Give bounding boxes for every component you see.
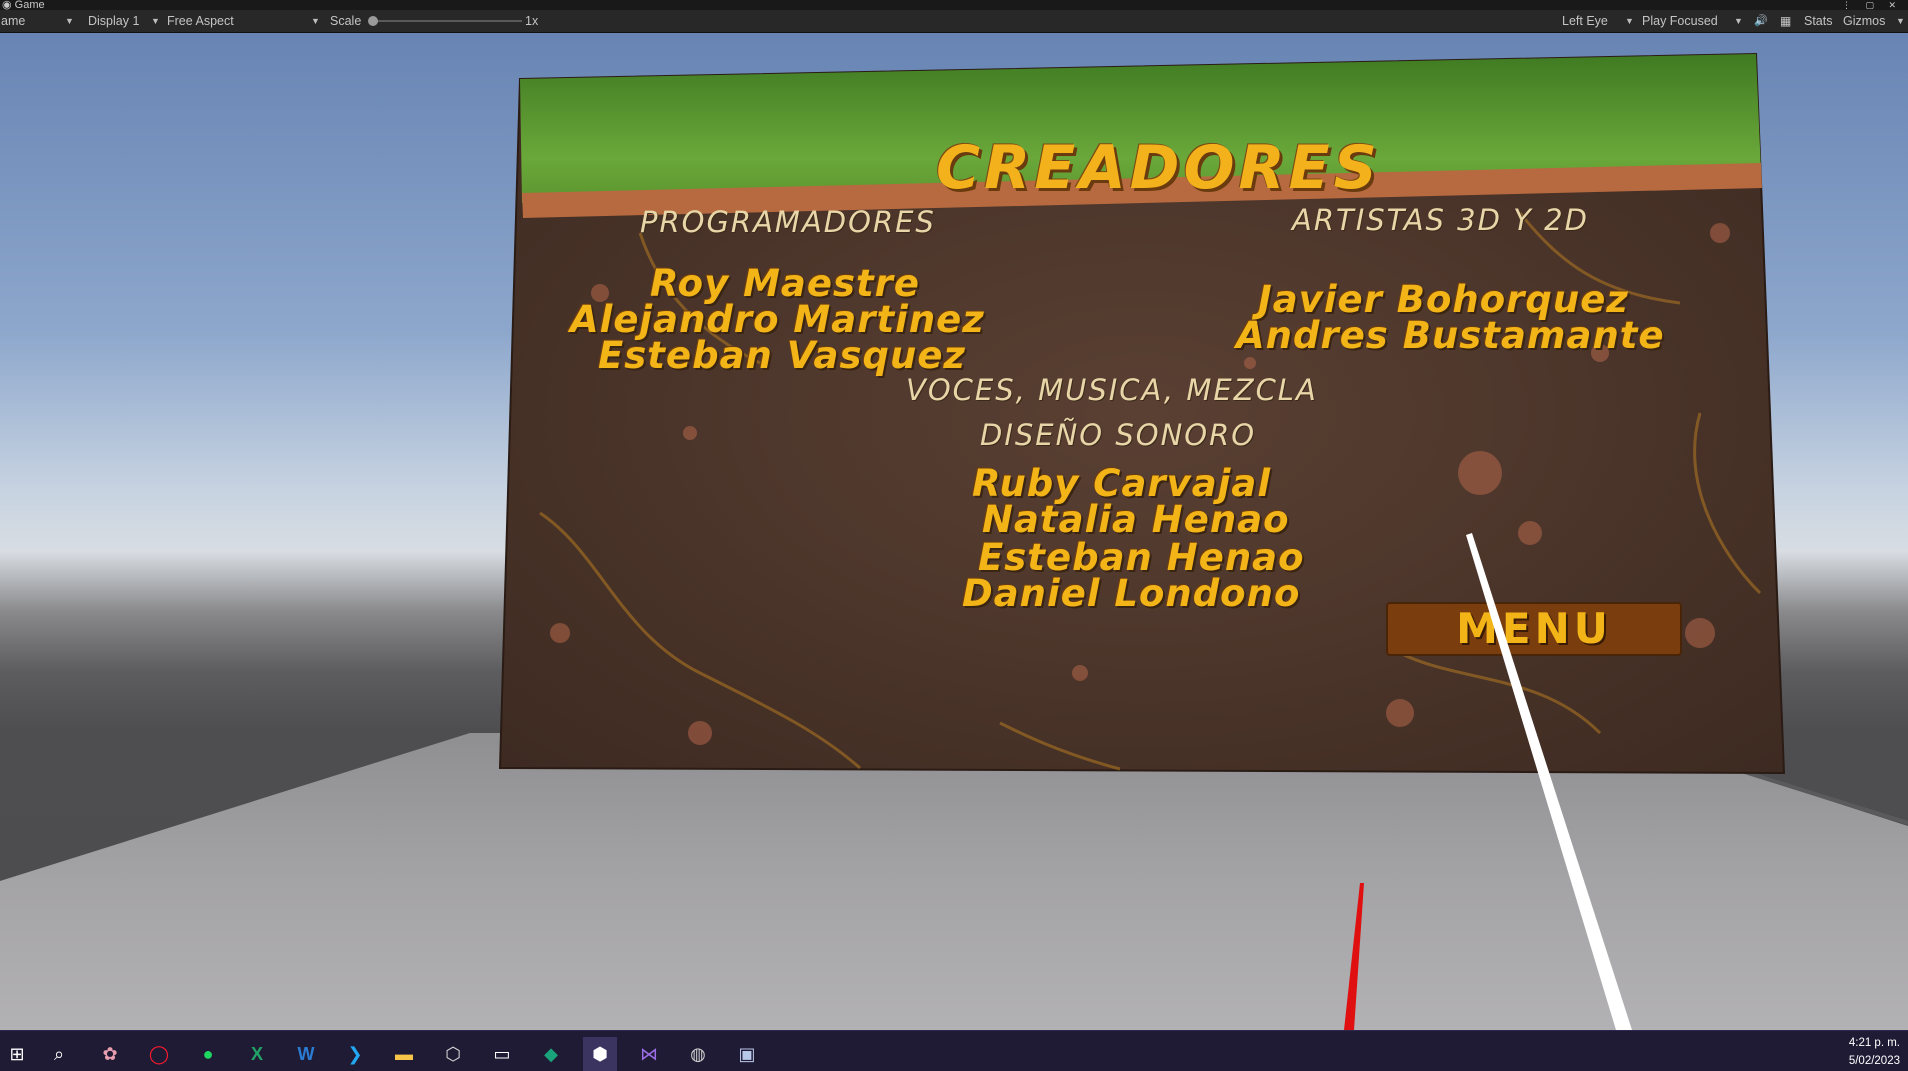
- play-mode-select[interactable]: Play Focused: [1642, 10, 1718, 32]
- clock-date: 5/02/2023: [1848, 1055, 1900, 1067]
- photos-icon[interactable]: ▣: [730, 1037, 764, 1071]
- grid-icon[interactable]: ▦: [1780, 10, 1791, 32]
- stats-button[interactable]: Stats: [1804, 10, 1833, 32]
- oculus-icon[interactable]: ▭: [485, 1037, 519, 1071]
- aspect-select[interactable]: Free Aspect: [167, 10, 234, 32]
- taskbar: ⊞ ⌕ ✿ ◯ ● X W ❯ ▬ ⬡ ▭ ◆ ⬢ ⋈ ◍ ▣ 4:21 p. …: [0, 1030, 1908, 1071]
- search-icon[interactable]: ⌕: [42, 1037, 76, 1071]
- file-explorer-icon[interactable]: ▬: [387, 1037, 421, 1071]
- app-icon[interactable]: ◆: [534, 1037, 568, 1071]
- right-controller-ray: [1466, 533, 1632, 1030]
- editor-tab-bar: ◉ Game ⋮ ▢ ✕: [0, 0, 1908, 11]
- word-icon[interactable]: W: [289, 1037, 323, 1071]
- mode-select[interactable]: ame: [1, 10, 25, 32]
- visual-studio-icon[interactable]: ⋈: [632, 1037, 666, 1071]
- windows-start-icon[interactable]: ⊞: [0, 1037, 34, 1071]
- unity-hub-icon[interactable]: ⬡: [436, 1037, 470, 1071]
- left-controller-ray: [1344, 883, 1364, 1030]
- gizmos-button[interactable]: Gizmos: [1843, 10, 1885, 32]
- unity-icon[interactable]: ⬢: [583, 1037, 617, 1071]
- game-tab[interactable]: ◉ Game: [0, 0, 45, 11]
- clock-time: 4:21 p. m.: [1848, 1037, 1900, 1049]
- system-clock[interactable]: 4:21 p. m. 5/02/2023: [1849, 1034, 1900, 1070]
- chevron-down-icon[interactable]: ▼: [311, 10, 320, 32]
- eye-select[interactable]: Left Eye: [1562, 10, 1608, 32]
- chevron-down-icon[interactable]: ▼: [151, 10, 160, 32]
- audio-icon[interactable]: 🔊: [1754, 10, 1768, 32]
- chevron-down-icon[interactable]: ▼: [1625, 10, 1634, 32]
- game-view-toolbar: ame ▼ Display 1 ▼ Free Aspect ▼ Scale 1x…: [0, 10, 1908, 33]
- game-viewport[interactable]: CREADORES PROGRAMADORES Roy Maestre Alej…: [0, 33, 1908, 1030]
- chevron-down-icon[interactable]: ▼: [65, 10, 74, 32]
- excel-icon[interactable]: X: [240, 1037, 274, 1071]
- vscode-icon[interactable]: ❯: [338, 1037, 372, 1071]
- scale-slider-track[interactable]: [372, 20, 522, 22]
- chevron-down-icon[interactable]: ▼: [1896, 10, 1905, 32]
- chevron-down-icon[interactable]: ▼: [1734, 10, 1743, 32]
- scale-label: Scale: [330, 14, 362, 28]
- controller-rays: [1344, 533, 1632, 1030]
- spotify-icon[interactable]: ●: [191, 1037, 225, 1071]
- opera-icon[interactable]: ◯: [142, 1037, 176, 1071]
- window-controls[interactable]: ⋮ ▢ ✕: [1842, 0, 1902, 10]
- scale-value: 1x: [525, 14, 539, 28]
- display-select[interactable]: Display 1: [88, 10, 139, 32]
- scale-slider-handle[interactable]: [368, 16, 378, 26]
- obs-icon[interactable]: ◍: [681, 1037, 715, 1071]
- paint-icon[interactable]: ✿: [93, 1037, 127, 1071]
